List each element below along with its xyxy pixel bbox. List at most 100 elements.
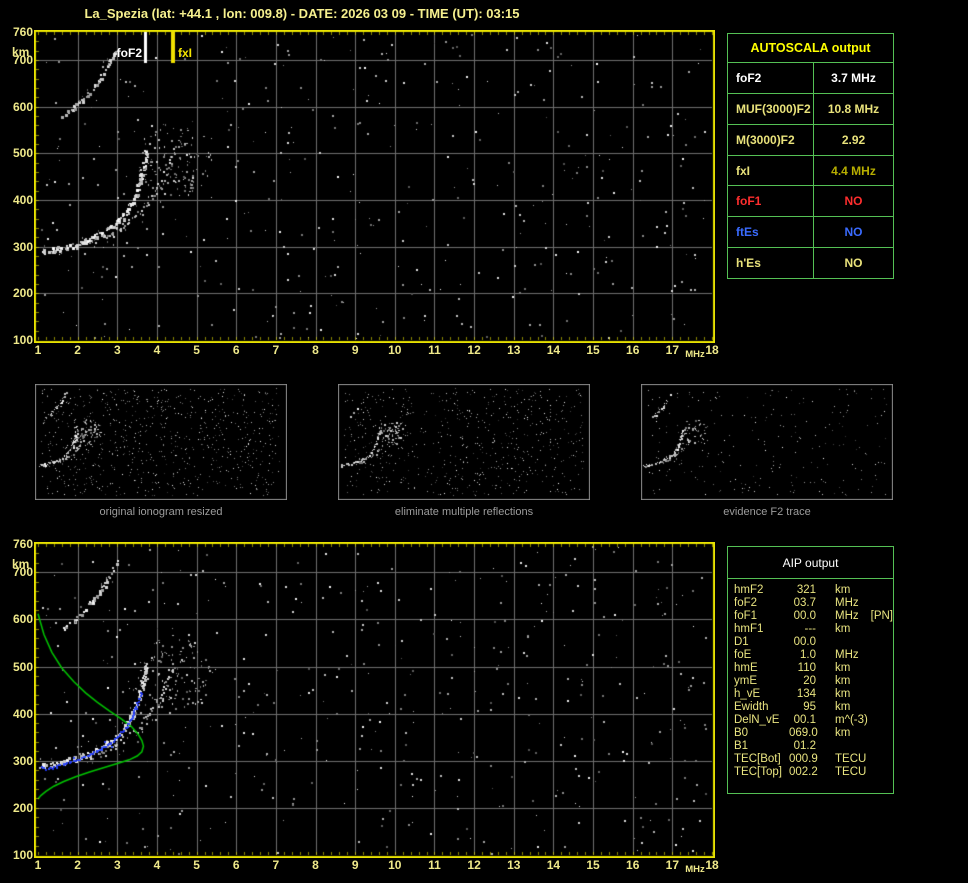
fxi-marker-label: fxI xyxy=(178,46,193,60)
autoscala-output-table: AUTOSCALA output foF2 3.7 MHz MUF(3000)F2 1… xyxy=(727,33,894,279)
param-name: foF2 xyxy=(736,70,762,85)
x-axis-tick-label: 10 xyxy=(388,343,402,357)
param-unit: km xyxy=(835,584,851,596)
param-value: 134 xyxy=(796,688,816,700)
x-axis-tick-label: 2 xyxy=(74,343,81,357)
param-flag: [PN] xyxy=(870,610,894,622)
y-axis-tick-label: 200 xyxy=(12,286,33,301)
param-name: B0 xyxy=(734,727,749,739)
x-axis-tick-label: 12 xyxy=(467,343,481,357)
y-axis-tick-label: 760 xyxy=(12,25,33,39)
x-axis-tick-label: 16 xyxy=(626,858,640,872)
x-axis-tick-label: 14 xyxy=(546,343,561,357)
x-axis-tick-label: 5 xyxy=(193,343,200,357)
param-value: NO xyxy=(813,186,893,217)
x-axis-tick-label: 12 xyxy=(467,858,481,872)
param-name: foF2 xyxy=(734,597,758,609)
param-name: DelN_vE xyxy=(734,714,780,726)
y-axis-tick-label: 400 xyxy=(12,706,33,721)
aip-row: Ewidth 95 km xyxy=(734,701,893,714)
param-value: 3.7 MHz xyxy=(813,63,893,93)
aip-row: DelN_vE 00.1 m^(-3) xyxy=(734,714,893,727)
x-axis-tick-label: 16 xyxy=(626,343,640,357)
autoscala-row: MUF(3000)F2 10.8 MHz xyxy=(728,92,893,124)
x-axis-tick-label: 14 xyxy=(546,858,561,872)
aip-row: hmE 110 km xyxy=(734,662,893,675)
param-value: 00.0 xyxy=(793,610,816,622)
aip-row: B1 01.2 xyxy=(734,740,893,753)
aip-output-table: AIP output hmF2 321 km foF2 03.7 MHz foF1 00.0 M… xyxy=(727,546,894,794)
autoscala-row: M(3000)F2 2.92 xyxy=(728,123,893,155)
param-unit: MHz xyxy=(835,610,859,622)
param-value: NO xyxy=(813,248,893,279)
param-value: 1.0 xyxy=(800,649,816,661)
param-name: MUF(3000)F2 xyxy=(736,101,811,116)
param-value: NO xyxy=(813,217,893,248)
x-axis-tick-label: 15 xyxy=(586,858,600,872)
aip-row: h_vE 134 km xyxy=(734,688,893,701)
thumbnail-caption-eliminate: eliminate multiple reflections xyxy=(394,506,534,518)
autoscala-table-header: AUTOSCALA output xyxy=(750,41,871,55)
param-unit: m^(-3) xyxy=(835,714,868,726)
x-axis-tick-label: 5 xyxy=(193,858,200,872)
x-axis-tick-label: 2 xyxy=(74,858,81,872)
x-axis-tick-label: 11 xyxy=(428,343,441,357)
x-axis-tick-label: 9 xyxy=(351,343,359,357)
param-value: 03.7 xyxy=(793,597,816,609)
param-unit: km xyxy=(835,701,851,713)
x-axis-tick-label: 10 xyxy=(388,858,402,872)
param-value: 002.2 xyxy=(789,766,818,778)
param-value: --- xyxy=(804,623,817,635)
param-unit: TECU xyxy=(835,766,867,778)
x-axis-tick-label: 1 xyxy=(34,858,42,872)
param-name: fxI xyxy=(736,163,751,178)
param-value: 95 xyxy=(803,701,816,713)
aip-row: D1 00.0 xyxy=(734,636,893,649)
y-axis-tick-label: 600 xyxy=(12,612,33,627)
x-axis-unit-label: MHz xyxy=(685,864,705,875)
aip-row: foF1 00.0 MHz [PN] xyxy=(734,610,893,623)
autoscala-row: ftEs NO xyxy=(728,216,893,248)
param-unit: TECU xyxy=(835,753,867,765)
autoscala-window: La_Spezia (lat: +44.1 , lon: 009.8) - DA… xyxy=(0,0,968,883)
y-axis-unit-label: km xyxy=(12,45,30,59)
x-axis-tick-label: 1 xyxy=(34,343,42,357)
x-axis-tick-label: 6 xyxy=(232,858,240,872)
y-axis-tick-label: 200 xyxy=(12,800,33,815)
thumbnail-eliminate-multiple-reflections xyxy=(338,384,590,500)
param-value: 4.4 MHz xyxy=(813,155,893,186)
param-name: hmF1 xyxy=(734,623,764,635)
aip-row: ymE 20 km xyxy=(734,675,893,688)
param-value: 00.0 xyxy=(793,636,816,648)
y-axis-tick-label: 300 xyxy=(12,239,33,254)
y-axis-tick-label: 400 xyxy=(12,193,33,207)
param-name: foE xyxy=(734,649,752,661)
param-name: D1 xyxy=(734,636,749,648)
x-axis-tick-label: 4 xyxy=(153,858,161,872)
aip-row: hmF2 321 km xyxy=(734,584,893,597)
aip-table-header: AIP output xyxy=(728,547,893,579)
param-name: B1 xyxy=(734,740,749,752)
autoscala-row: fxI 4.4 MHz xyxy=(728,154,893,186)
aip-row: hmF1 --- km xyxy=(734,623,893,636)
param-unit: km xyxy=(835,727,851,739)
x-axis-unit-label: MHz xyxy=(685,349,705,360)
fof2-marker-label: foF2 xyxy=(116,46,142,60)
param-value: 069.0 xyxy=(789,727,818,739)
aip-row: foF2 03.7 MHz xyxy=(734,597,893,610)
x-axis-tick-label: 15 xyxy=(586,343,600,357)
x-axis-tick-label: 9 xyxy=(351,858,359,872)
param-name: TEC[Top] xyxy=(734,766,782,778)
param-name: h_vE xyxy=(734,688,761,700)
y-axis-unit-label: km xyxy=(12,557,30,571)
x-axis-tick-label: 17 xyxy=(665,343,680,357)
thumbnail-caption-evidence: evidence F2 trace xyxy=(723,506,811,518)
y-axis-tick-label: 600 xyxy=(12,99,33,114)
param-name: Ewidth xyxy=(734,701,769,713)
x-axis-tick-label: 3 xyxy=(113,343,121,357)
param-name: h'Es xyxy=(736,256,761,271)
param-unit: MHz xyxy=(835,597,859,609)
page-title: La_Spezia (lat: +44.1 , lon: 009.8) - DA… xyxy=(84,6,520,21)
autoscala-row: h'Es NO xyxy=(728,247,893,279)
param-value: 20 xyxy=(803,675,816,687)
